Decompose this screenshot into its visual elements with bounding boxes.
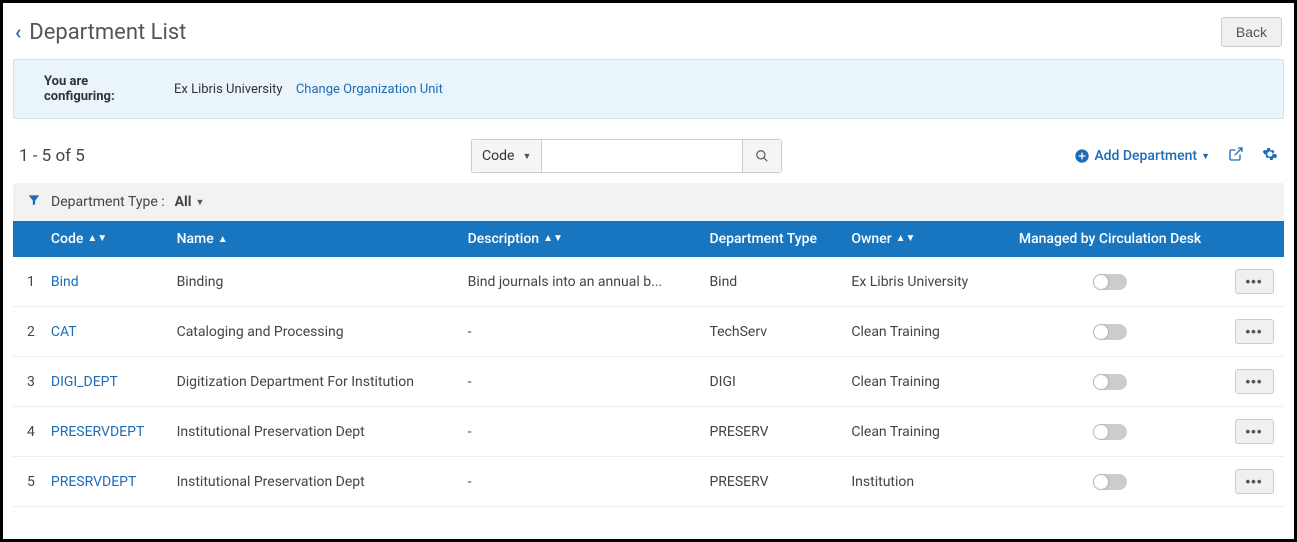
search-button[interactable]	[742, 140, 781, 172]
code-link[interactable]: PRESRVDEPT	[51, 474, 136, 490]
banner-label: You are configuring:	[44, 74, 124, 104]
managed-toggle[interactable]	[1093, 374, 1127, 390]
change-org-link[interactable]: Change Organization Unit	[296, 82, 443, 97]
code-link[interactable]: CAT	[51, 324, 77, 340]
sort-icon: ▲▼	[896, 236, 916, 242]
managed-toggle[interactable]	[1093, 474, 1127, 490]
row-index: 1	[13, 257, 43, 307]
row-dept-type: PRESERV	[701, 407, 843, 457]
row-description: -	[460, 457, 702, 507]
filter-icon	[27, 193, 41, 211]
row-owner: Ex Libris University	[843, 257, 996, 307]
caret-down-icon: ▼	[522, 151, 531, 162]
caret-down-icon: ▼	[1201, 151, 1210, 162]
row-actions-button[interactable]: •••	[1235, 269, 1274, 294]
code-link[interactable]: PRESERVDEPT	[51, 424, 144, 440]
col-code[interactable]: Code▲▼	[43, 221, 169, 257]
row-index: 2	[13, 307, 43, 357]
department-table: Code▲▼ Name▲ Description▲▼ Department Ty…	[13, 221, 1284, 507]
row-index: 3	[13, 357, 43, 407]
row-owner: Clean Training	[843, 407, 996, 457]
filter-value-dropdown[interactable]: All ▼	[175, 194, 205, 210]
filter-label: Department Type :	[51, 194, 165, 210]
page-title: Department List	[29, 20, 186, 45]
row-actions-button[interactable]: •••	[1235, 369, 1274, 394]
sort-icon: ▲▼	[543, 236, 563, 242]
row-name: Cataloging and Processing	[169, 307, 460, 357]
caret-down-icon: ▼	[195, 197, 204, 208]
back-chevron-icon[interactable]: ‹	[15, 20, 21, 44]
managed-toggle[interactable]	[1093, 424, 1127, 440]
table-row: 3 DIGI_DEPT Digitization Department For In…	[13, 357, 1284, 407]
table-row: 4 PRESERVDEPT Institutional Preservation D…	[13, 407, 1284, 457]
banner-org: Ex Libris University	[174, 82, 283, 97]
table-row: 2 CAT Cataloging and Processing-TechServCl…	[13, 307, 1284, 357]
filter-bar: Department Type : All ▼	[13, 183, 1284, 221]
sort-icon: ▲▼	[87, 236, 107, 242]
row-actions-button[interactable]: •••	[1235, 419, 1274, 444]
settings-button[interactable]	[1262, 146, 1278, 166]
col-name[interactable]: Name▲	[169, 221, 460, 257]
col-dept-type: Department Type	[701, 221, 843, 257]
table-row: 5 PRESRVDEPT Institutional Preservation De…	[13, 457, 1284, 507]
row-name: Binding	[169, 257, 460, 307]
row-description: -	[460, 407, 702, 457]
add-department-button[interactable]: Add Department ▼	[1074, 148, 1210, 164]
export-icon	[1228, 146, 1244, 162]
search-input[interactable]	[542, 140, 742, 172]
row-owner: Clean Training	[843, 357, 996, 407]
back-button[interactable]: Back	[1221, 17, 1282, 47]
row-index: 4	[13, 407, 43, 457]
row-actions-button[interactable]: •••	[1235, 319, 1274, 344]
config-banner: You are configuring: Ex Libris Universit…	[13, 59, 1284, 119]
managed-toggle[interactable]	[1093, 274, 1127, 290]
row-dept-type: PRESERV	[701, 457, 843, 507]
row-description: -	[460, 307, 702, 357]
row-name: Institutional Preservation Dept	[169, 457, 460, 507]
row-description: -	[460, 357, 702, 407]
row-index: 5	[13, 457, 43, 507]
row-name: Digitization Department For Institution	[169, 357, 460, 407]
row-actions-button[interactable]: •••	[1235, 469, 1274, 494]
row-dept-type: Bind	[701, 257, 843, 307]
search-field-label: Code	[482, 148, 514, 164]
table-row: 1 Bind BindingBind journals into an annual…	[13, 257, 1284, 307]
filter-value: All	[175, 194, 192, 210]
row-dept-type: DIGI	[701, 357, 843, 407]
export-button[interactable]	[1228, 146, 1244, 166]
sort-asc-icon: ▲	[218, 234, 228, 245]
result-count: 1 - 5 of 5	[19, 146, 179, 166]
managed-toggle[interactable]	[1093, 324, 1127, 340]
code-link[interactable]: Bind	[51, 274, 79, 290]
plus-circle-icon	[1074, 148, 1090, 164]
row-owner: Institution	[843, 457, 996, 507]
row-description: Bind journals into an annual b...	[460, 257, 702, 307]
search-field-select[interactable]: Code ▼	[472, 140, 542, 172]
add-department-label: Add Department	[1094, 148, 1197, 164]
gear-icon	[1262, 146, 1278, 162]
code-link[interactable]: DIGI_DEPT	[51, 374, 118, 390]
row-dept-type: TechServ	[701, 307, 843, 357]
row-name: Institutional Preservation Dept	[169, 407, 460, 457]
col-managed: Managed by Circulation Desk	[996, 221, 1224, 257]
row-owner: Clean Training	[843, 307, 996, 357]
col-description[interactable]: Description▲▼	[460, 221, 702, 257]
col-owner[interactable]: Owner▲▼	[843, 221, 996, 257]
search-icon	[755, 149, 769, 163]
search-group: Code ▼	[471, 139, 782, 173]
